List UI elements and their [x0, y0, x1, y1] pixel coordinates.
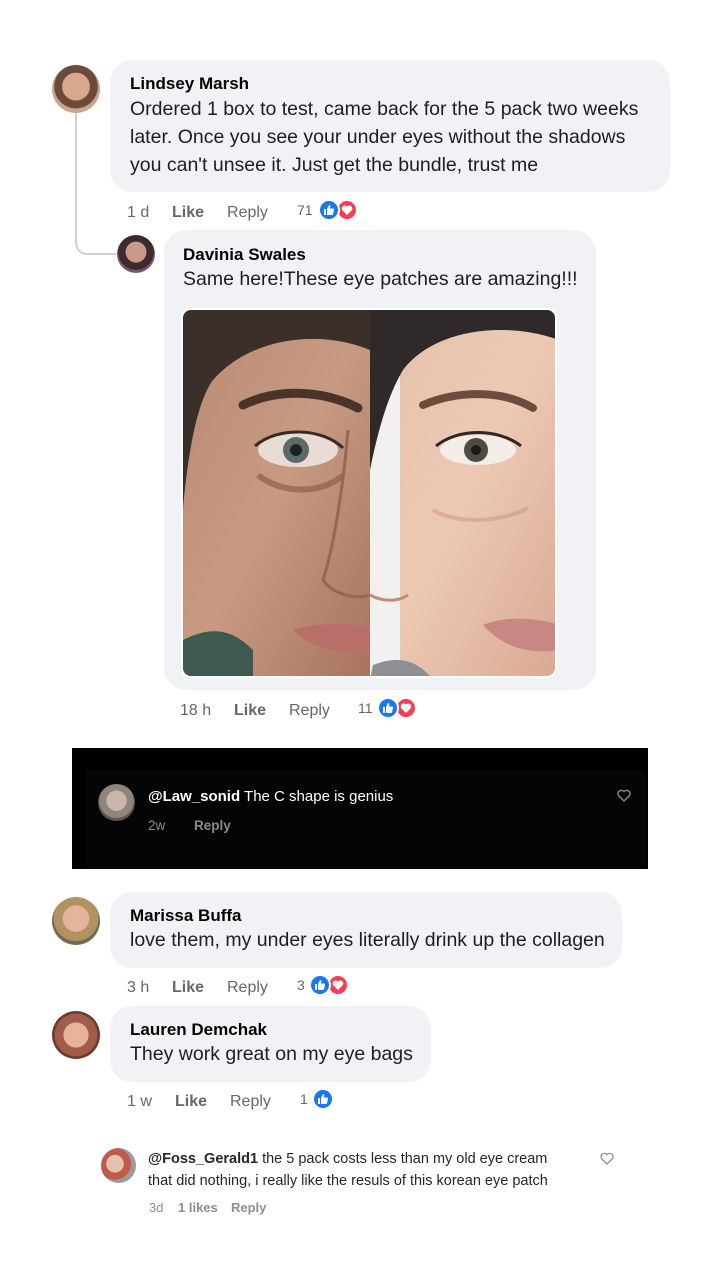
reply-button[interactable]: Reply — [230, 1093, 271, 1111]
face-comparison-image — [183, 310, 555, 676]
comment-time: 3 h — [127, 979, 150, 996]
comment-text-line: later. Once you see your under eyes with… — [130, 126, 626, 148]
tiktok-time: 2w — [148, 818, 166, 833]
commenter-name[interactable]: Marissa Buffa — [130, 906, 241, 926]
instagram-reply-button[interactable]: Reply — [231, 1200, 266, 1215]
avatar-lauren-demchak[interactable] — [52, 1011, 100, 1059]
instagram-comment-line: @Foss_Gerald1 the 5 pack costs less than… — [148, 1148, 547, 1170]
tiktok-text: The C shape is genius — [244, 788, 394, 805]
comment-time: 1 w — [127, 1093, 152, 1110]
before-after-photo[interactable] — [181, 308, 557, 678]
tiktok-reply-button[interactable]: Reply — [194, 818, 231, 833]
avatar-lindsey-marsh[interactable] — [52, 65, 100, 113]
comment-text-line: They work great on my eye bags — [130, 1043, 413, 1065]
reaction-count[interactable]: 71 — [297, 202, 313, 218]
commenter-name[interactable]: Lindsey Marsh — [130, 74, 249, 94]
like-button[interactable]: Like — [234, 702, 266, 720]
tiktok-username[interactable]: @Law_sonid — [148, 788, 240, 805]
reaction-count[interactable]: 1 — [300, 1091, 308, 1107]
reply-button[interactable]: Reply — [227, 204, 268, 222]
like-button[interactable]: Like — [175, 1093, 207, 1111]
tiktok-inner-panel — [86, 770, 646, 869]
avatar-foss-gerald1[interactable] — [101, 1148, 136, 1183]
reply-button[interactable]: Reply — [227, 979, 268, 997]
commenter-name[interactable]: Lauren Demchak — [130, 1020, 267, 1040]
like-button[interactable]: Like — [172, 979, 204, 997]
instagram-likes[interactable]: 1 likes — [178, 1200, 218, 1215]
heart-outline-icon[interactable] — [617, 789, 631, 807]
comment-time: 18 h — [180, 702, 212, 719]
comment-text-line: you can't unsee it. Just get the bundle,… — [130, 154, 539, 176]
like-button[interactable]: Like — [172, 204, 204, 222]
reaction-count[interactable]: 3 — [297, 977, 305, 993]
heart-outline-icon[interactable] — [600, 1152, 614, 1170]
thumbs-up-icon — [312, 1088, 334, 1110]
tiktok-comment-text: @Law_sonid The C shape is genius — [148, 788, 393, 805]
avatar-law-sonid[interactable] — [98, 784, 135, 821]
comment-text-line: Ordered 1 box to test, came back for the… — [130, 98, 639, 120]
instagram-time: 3d — [149, 1200, 164, 1215]
instagram-username[interactable]: @Foss_Gerald1 — [148, 1151, 258, 1167]
thumbs-up-icon — [377, 697, 399, 719]
comment-time: 1 d — [127, 204, 150, 221]
commenter-name[interactable]: Davinia Swales — [183, 245, 306, 265]
thumbs-up-icon — [318, 199, 340, 221]
avatar-davinia-swales[interactable] — [117, 235, 155, 273]
avatar-marissa-buffa[interactable] — [52, 897, 100, 945]
thumbs-up-icon — [309, 974, 331, 996]
reply-button[interactable]: Reply — [289, 702, 330, 720]
instagram-comment-line: that did nothing, i really like the resu… — [148, 1173, 548, 1189]
instagram-text: the 5 pack costs less than my old eye cr… — [262, 1151, 548, 1167]
reaction-count[interactable]: 11 — [358, 700, 373, 716]
comment-text-line: love them, my under eyes literally drink… — [130, 929, 605, 951]
comment-text-line: Same here!These eye patches are amazing!… — [183, 268, 578, 290]
